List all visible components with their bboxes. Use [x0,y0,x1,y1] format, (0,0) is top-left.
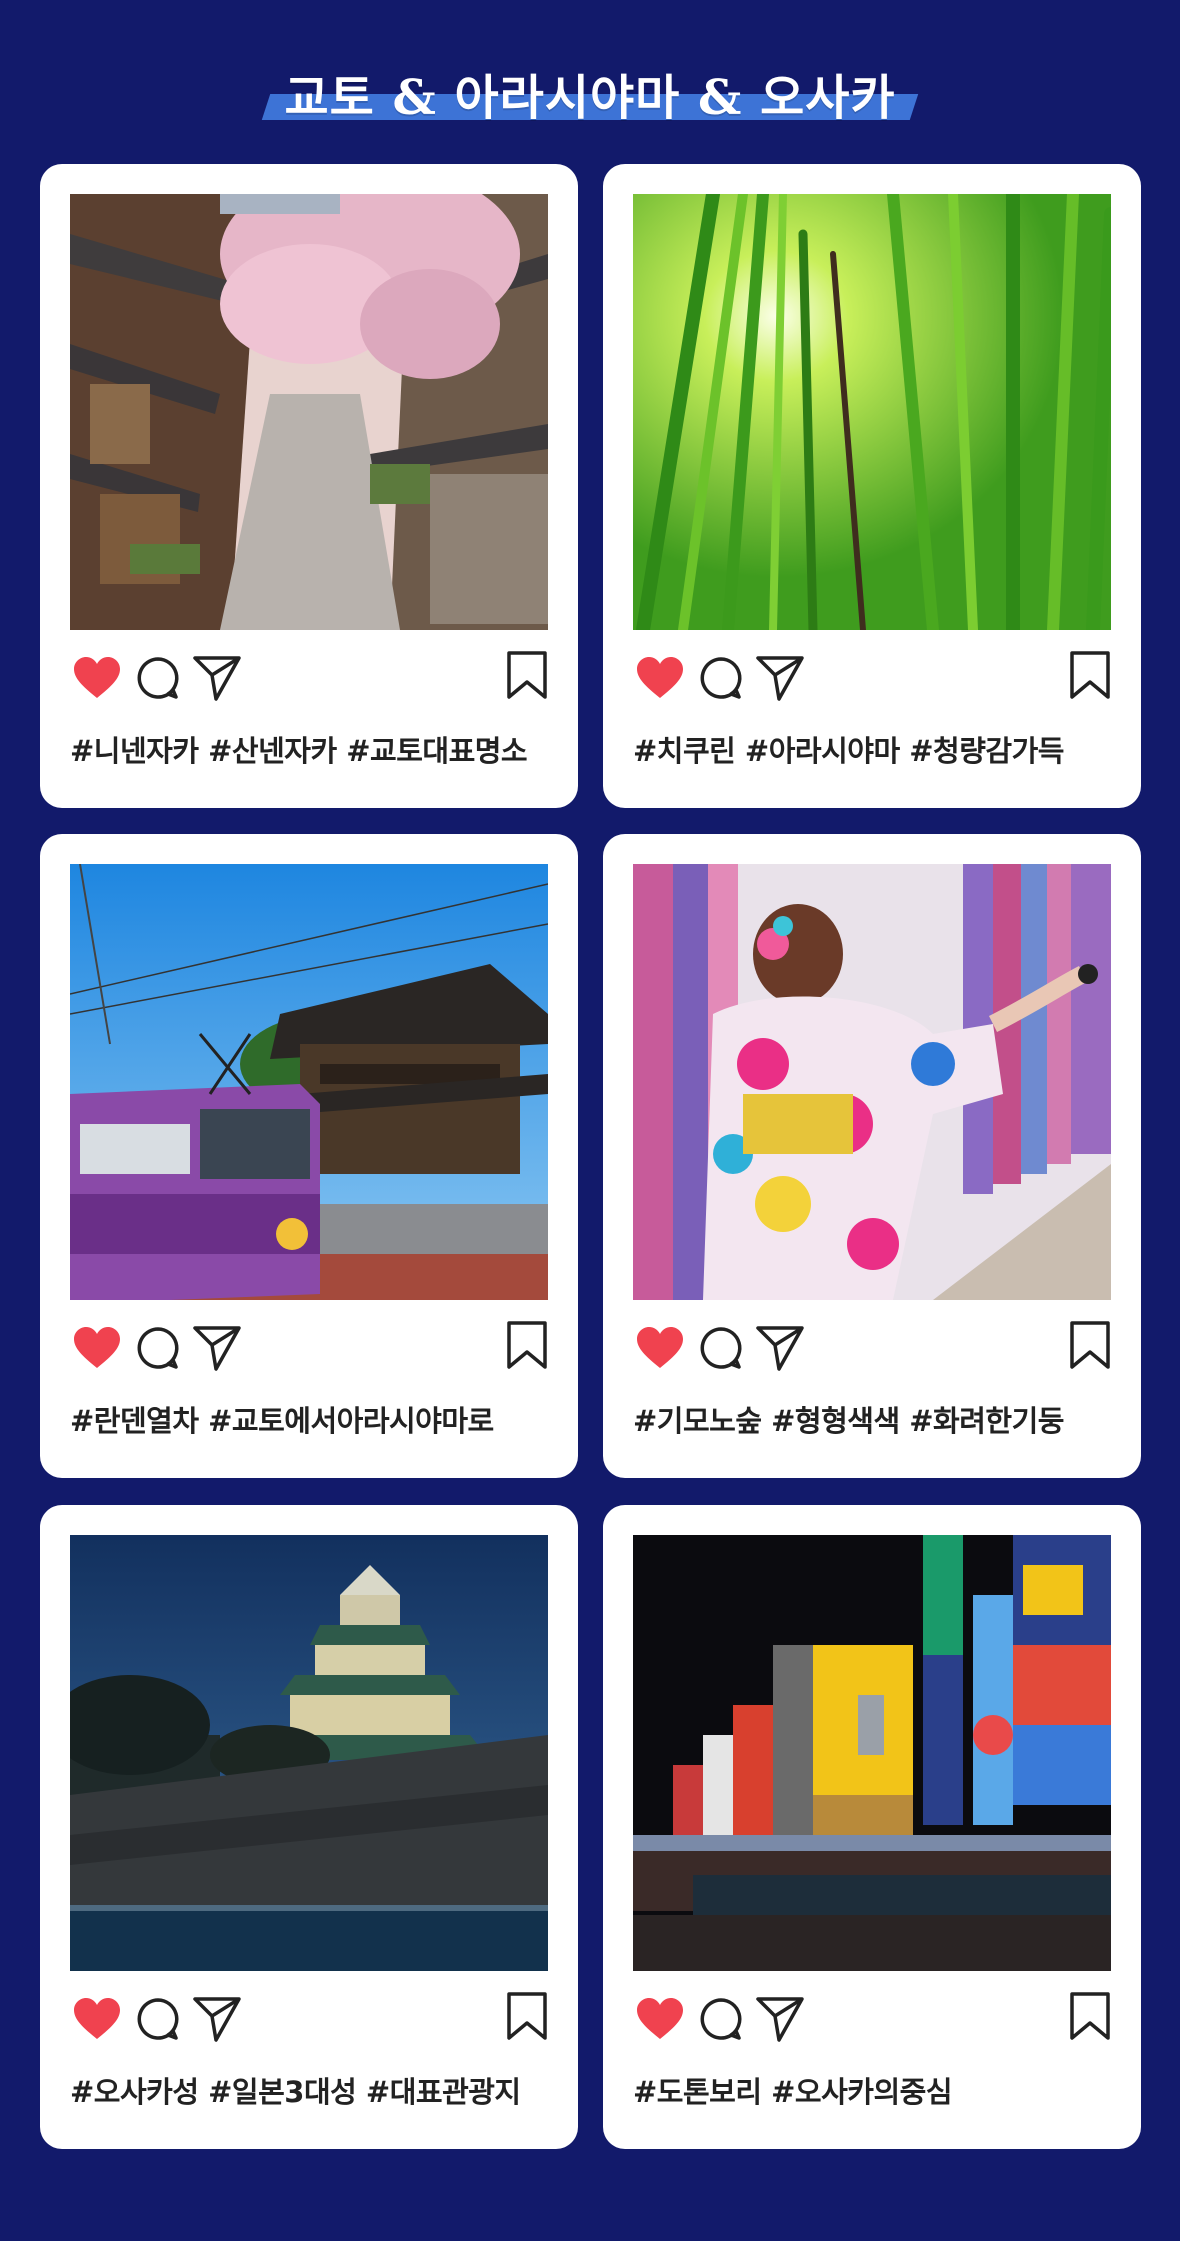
heart-icon[interactable] [72,1326,122,1370]
post-photo-randen-train[interactable] [70,864,548,1300]
share-icon[interactable] [755,654,805,702]
bookmark-icon[interactable] [1069,650,1111,700]
post-card: #도톤보리 #오사카의중심 [603,1505,1141,2149]
post-actions [70,1989,548,2045]
heart-icon[interactable] [635,1997,685,2041]
post-actions [633,1989,1111,2045]
post-photo-kimono-forest[interactable] [633,864,1111,1300]
post-actions [633,1318,1111,1374]
page-title: 교토 & 아라시야마 & 오사카 [284,70,896,126]
post-card: #란덴열차 #교토에서아라시야마로 [40,834,578,1478]
post-actions [633,648,1111,704]
bookmark-icon[interactable] [506,1991,548,2041]
bookmark-icon[interactable] [1069,1320,1111,1370]
comment-icon[interactable] [136,1997,180,2041]
post-hashtags: #치쿠린 #아라시야마 #청량감가득 [633,734,1064,768]
heart-icon[interactable] [72,656,122,700]
post-hashtags: #란덴열차 #교토에서아라시야마로 [70,1404,494,1438]
post-hashtags: #기모노숲 #형형색색 #화려한기둥 [633,1404,1064,1438]
comment-icon[interactable] [136,656,180,700]
share-icon[interactable] [192,1324,242,1372]
post-card: #니넨자카 #산넨자카 #교토대표명소 [40,164,578,808]
post-hashtags: #니넨자카 #산넨자카 #교토대표명소 [70,734,528,768]
bookmark-icon[interactable] [1069,1991,1111,2041]
post-photo-osaka-castle[interactable] [70,1535,548,1971]
post-card: #기모노숲 #형형색색 #화려한기둥 [603,834,1141,1478]
heart-icon[interactable] [72,1997,122,2041]
post-hashtags: #오사카성 #일본3대성 #대표관광지 [70,2075,521,2109]
bookmark-icon[interactable] [506,650,548,700]
share-icon[interactable] [192,654,242,702]
page-header: 교토 & 아라시야마 & 오사카 [0,50,1180,130]
bookmark-icon[interactable] [506,1320,548,1370]
post-photo-dotonbori[interactable] [633,1535,1111,1971]
share-icon[interactable] [755,1324,805,1372]
post-actions [70,1318,548,1374]
post-card: #오사카성 #일본3대성 #대표관광지 [40,1505,578,2149]
comment-icon[interactable] [136,1326,180,1370]
post-actions [70,648,548,704]
share-icon[interactable] [192,1995,242,2043]
comment-icon[interactable] [699,1326,743,1370]
post-card: #치쿠린 #아라시야마 #청량감가득 [603,164,1141,808]
share-icon[interactable] [755,1995,805,2043]
comment-icon[interactable] [699,1997,743,2041]
post-photo-ninenzaka[interactable] [70,194,548,630]
post-photo-bamboo[interactable] [633,194,1111,630]
heart-icon[interactable] [635,656,685,700]
post-hashtags: #도톤보리 #오사카의중심 [633,2075,953,2109]
comment-icon[interactable] [699,656,743,700]
heart-icon[interactable] [635,1326,685,1370]
